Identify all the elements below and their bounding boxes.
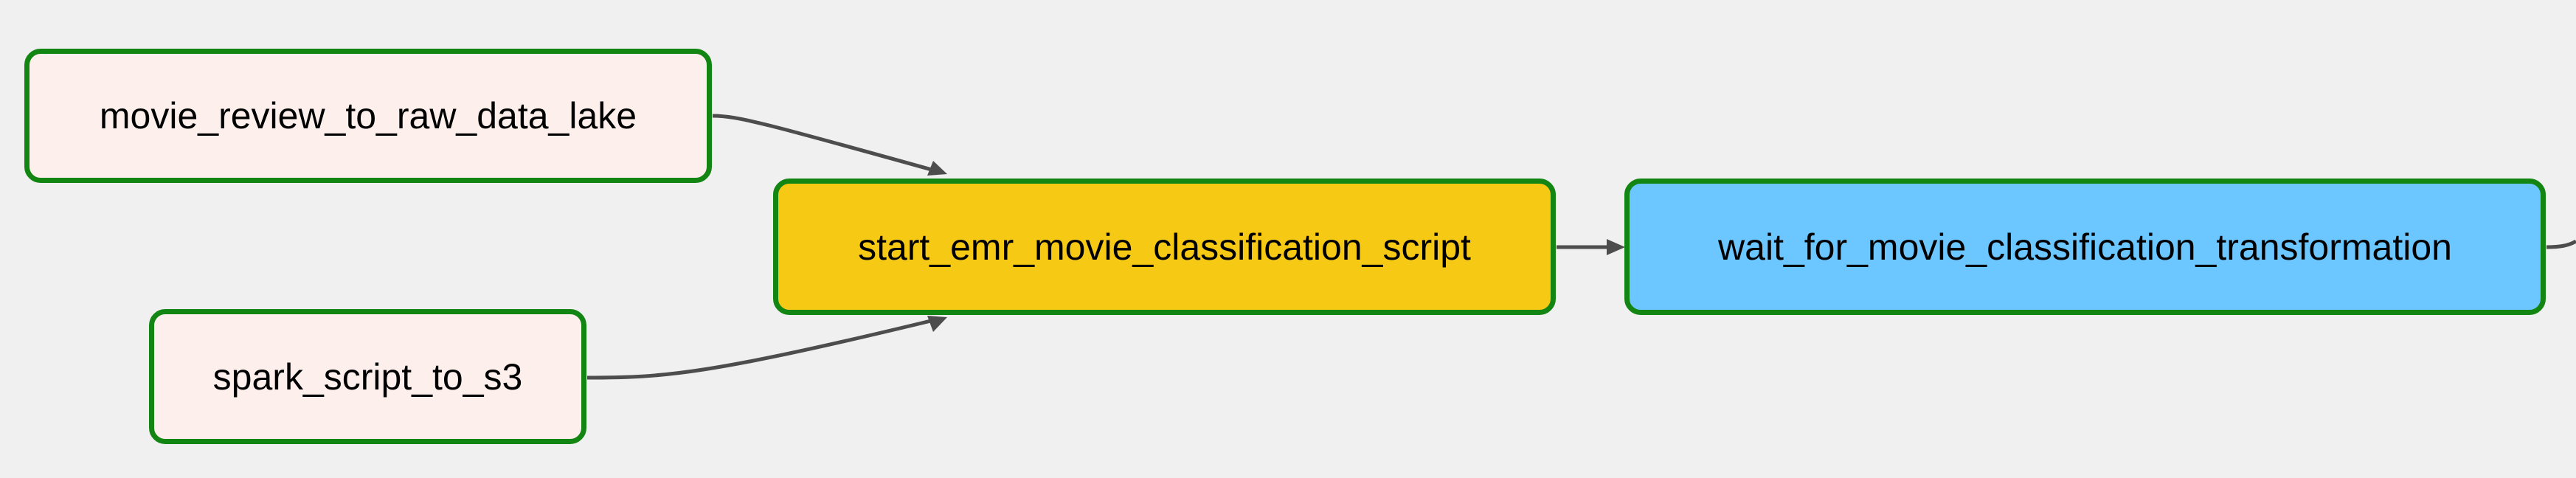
task-node-wait-for-movie-classification-transformation[interactable]: wait_for_movie_classification_transforma… — [1624, 179, 2546, 315]
task-node-label: start_emr_movie_classification_script — [858, 226, 1471, 268]
task-node-label: wait_for_movie_classification_transforma… — [1718, 226, 2452, 268]
task-node-label: spark_script_to_s3 — [212, 356, 523, 398]
task-node-spark-script-to-s3[interactable]: spark_script_to_s3 — [149, 309, 586, 444]
edge-wait-for-to-offscreen — [2546, 239, 2576, 249]
dag-graph-view: movie_review_to_raw_data_lake spark_scri… — [0, 0, 2576, 478]
edge-spark-script-to-start-emr — [586, 316, 947, 380]
task-node-start-emr-movie-classification-script[interactable]: start_emr_movie_classification_script — [773, 179, 1556, 315]
edge-movie-review-to-start-emr — [712, 114, 947, 176]
task-node-label: movie_review_to_raw_data_lake — [99, 95, 637, 136]
task-node-movie-review-to-raw-data-lake[interactable]: movie_review_to_raw_data_lake — [24, 49, 712, 183]
edge-start-emr-to-wait-for — [1557, 239, 1625, 255]
